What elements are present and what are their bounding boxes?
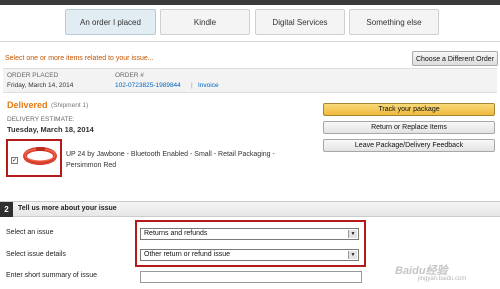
return-replace-button[interactable]: Return or Replace Items [323, 121, 495, 134]
instruction-text: Select one or more items related to your… [5, 55, 154, 62]
product-title: UP 24 by Jawbone - Bluetooth Enabled - S… [66, 151, 275, 169]
delivery-estimate-label: DELIVERY ESTIMATE: [7, 116, 75, 123]
order-placed-date: Friday, March 14, 2014 [7, 82, 74, 89]
separator-bar: | [191, 82, 193, 89]
invoice-link[interactable]: Invoice [198, 82, 219, 89]
summary-label: Enter short summary of issue [6, 272, 98, 279]
top-bar [0, 0, 500, 5]
issue-details-label: Select issue details [6, 251, 66, 258]
delivery-estimate-date: Tuesday, March 18, 2014 [7, 125, 94, 134]
tab-digital-services[interactable]: Digital Services [255, 9, 345, 35]
tab-something-else[interactable]: Something else [349, 9, 439, 35]
dropdown-arrow-icon[interactable]: ▼ [348, 230, 357, 238]
checkbox-check-icon: ✓ [12, 158, 18, 164]
issue-details-select[interactable]: Other return or refund issue ▼ [140, 249, 359, 261]
issue-details-value: Other return or refund issue [144, 251, 230, 258]
order-summary: ORDER PLACED Friday, March 14, 2014 ORDE… [3, 68, 497, 93]
summary-input[interactable] [140, 271, 362, 283]
divider [0, 41, 500, 42]
item-checkbox[interactable]: ✓ [11, 157, 18, 164]
issue-select[interactable]: Returns and refunds ▼ [140, 228, 359, 240]
order-number-link[interactable]: 102-0723825-1989844 [115, 82, 181, 89]
track-package-button[interactable]: Track your package [323, 103, 495, 116]
shipment-number: (Shipment 1) [51, 102, 89, 109]
delivery-feedback-button[interactable]: Leave Package/Delivery Feedback [323, 139, 495, 152]
watermark-url: jingyan.baidu.com [418, 276, 467, 282]
tab-an-order-i-placed[interactable]: An order I placed [65, 9, 156, 35]
issue-select-value: Returns and refunds [144, 230, 208, 237]
issue-label: Select an issue [6, 229, 54, 236]
dropdown-arrow-icon[interactable]: ▼ [348, 251, 357, 259]
fitness-band-image [23, 147, 57, 165]
tab-kindle[interactable]: Kindle [160, 9, 250, 35]
order-number-label: ORDER # [115, 72, 144, 79]
section-header: 2 Tell us more about your issue [0, 201, 500, 217]
step-number: 2 [0, 202, 13, 217]
section-title: Tell us more about your issue [18, 205, 117, 212]
order-placed-label: ORDER PLACED [7, 72, 59, 79]
choose-different-order-button[interactable]: Choose a Different Order [412, 51, 498, 66]
delivery-status: Delivered [7, 100, 48, 110]
